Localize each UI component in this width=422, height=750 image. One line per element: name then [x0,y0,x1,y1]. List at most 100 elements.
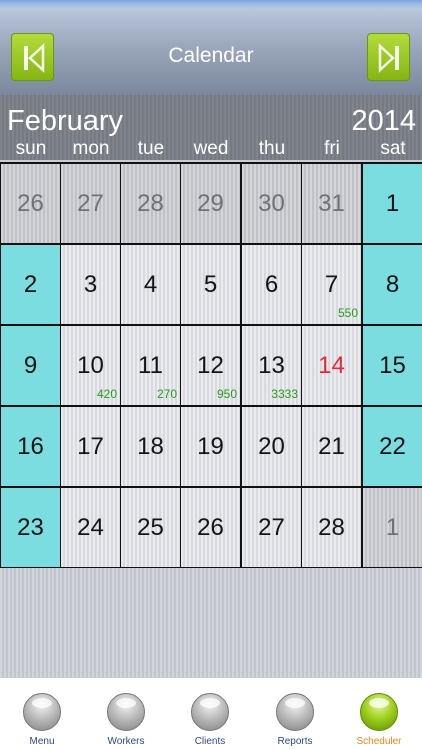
calendar-day[interactable]: 23 [1,488,60,567]
tab-clients[interactable]: Clients [168,678,252,750]
next-month-button[interactable] [367,33,410,81]
day-number: 27 [258,514,285,541]
weekday-label-wed: wed [193,138,229,159]
year-label: 2014 [351,105,416,137]
day-number: 26 [197,514,224,541]
calendar-day[interactable]: 26 [181,488,240,567]
calendar-day[interactable]: 27 [61,164,120,243]
tab-workers[interactable]: Workers [84,678,168,750]
weekday-label-tue: tue [137,138,165,159]
day-amount: 3333 [271,387,298,401]
day-number: 28 [318,514,345,541]
tab-label: Menu [29,736,55,747]
day-number: 15 [379,352,406,379]
scheduler-icon [360,693,398,731]
day-number: 24 [77,514,104,541]
weekday-label-fri: fri [324,138,340,159]
day-amount: 550 [337,306,358,320]
tab-label: Clients [194,736,226,747]
tab-reports[interactable]: Reports [253,678,337,750]
day-number: 9 [23,352,38,379]
tab-label: Reports [277,736,313,747]
calendar-day[interactable]: 10 420 [61,326,120,405]
calendar-day[interactable]: 3 [61,245,120,324]
calendar-day[interactable]: 30 [242,164,301,243]
day-number: 10 [77,352,104,379]
calendar-day[interactable]: 15 [363,326,422,405]
day-number: 23 [17,514,44,541]
calendar-day[interactable]: 8 [363,245,422,324]
calendar-day[interactable]: 29 [181,164,240,243]
calendar-day[interactable]: 20 [242,407,301,486]
day-number: 6 [264,271,279,298]
workers-icon [107,693,145,731]
day-number: 17 [77,433,104,460]
month-label: February [7,105,124,137]
calendar-day[interactable]: 31 [302,164,361,243]
day-number: 26 [17,190,44,217]
tab-label: Scheduler [356,736,402,747]
calendar-day[interactable]: 1 [363,164,422,243]
calendar-day[interactable]: 22 [363,407,422,486]
day-number: 16 [17,433,44,460]
day-number: 25 [137,514,164,541]
day-number: 12 [197,352,224,379]
calendar-day-today[interactable]: 14 [302,326,361,405]
day-number: 21 [318,433,345,460]
calendar-day[interactable]: 9 [1,326,60,405]
clients-icon [191,693,229,731]
tab-label: Workers [107,736,145,747]
weekday-label-thu: thu [258,138,286,159]
empty-area [0,568,422,678]
calendar-day[interactable]: 12 950 [181,326,240,405]
calendar-day[interactable]: 17 [61,407,120,486]
skip-forward-icon [378,43,399,73]
weekday-label-sat: sat [380,138,406,159]
calendar-day[interactable]: 21 [302,407,361,486]
tab-menu[interactable]: Menu [0,678,84,750]
bottom-tab-bar: Menu Workers Clients Reports Scheduler [0,678,422,750]
calendar-day[interactable]: 28 [121,164,180,243]
day-number: 19 [197,433,224,460]
day-number: 5 [203,271,218,298]
day-number: 20 [258,433,285,460]
calendar-day[interactable]: 7 550 [302,245,361,324]
day-number: 8 [385,271,400,298]
calendar-day[interactable]: 5 [181,245,240,324]
calendar-day[interactable]: 6 [242,245,301,324]
calendar-day[interactable]: 2 [1,245,60,324]
day-number: 28 [137,190,164,217]
calendar-grid: 26 27 28 29 30 31 1 2 3 4 5 6 7 550 8 9 10 420 11 270 12 950 1… [0,162,422,568]
day-number: 18 [137,433,164,460]
calendar-day[interactable]: 1 [363,488,422,567]
day-amount: 420 [96,387,117,401]
day-number: 27 [77,190,104,217]
day-number: 4 [143,271,158,298]
calendar-day[interactable]: 19 [181,407,240,486]
day-number: 14 [318,352,345,379]
weekday-label-mon: mon [72,138,110,159]
calendar-day[interactable]: 11 270 [121,326,180,405]
day-number: 2 [23,271,38,298]
day-number: 7 [324,271,339,298]
calendar-day[interactable]: 18 [121,407,180,486]
calendar-day[interactable]: 13 3333 [242,326,301,405]
day-number: 31 [318,190,345,217]
calendar-day[interactable]: 27 [242,488,301,567]
tab-scheduler[interactable]: Scheduler [337,678,421,750]
day-number: 1 [385,514,400,541]
day-number: 3 [83,271,98,298]
calendar-day[interactable]: 25 [121,488,180,567]
top-bar: Calendar [0,0,422,95]
day-number: 22 [379,433,406,460]
calendar-day[interactable]: 28 [302,488,361,567]
day-number: 11 [138,352,163,379]
calendar-day[interactable]: 26 [1,164,60,243]
day-amount: 950 [216,387,237,401]
day-number: 29 [197,190,224,217]
calendar-day[interactable]: 4 [121,245,180,324]
day-amount: 270 [156,387,177,401]
calendar-day[interactable]: 16 [1,407,60,486]
day-number: 1 [385,190,400,217]
calendar-day[interactable]: 24 [61,488,120,567]
